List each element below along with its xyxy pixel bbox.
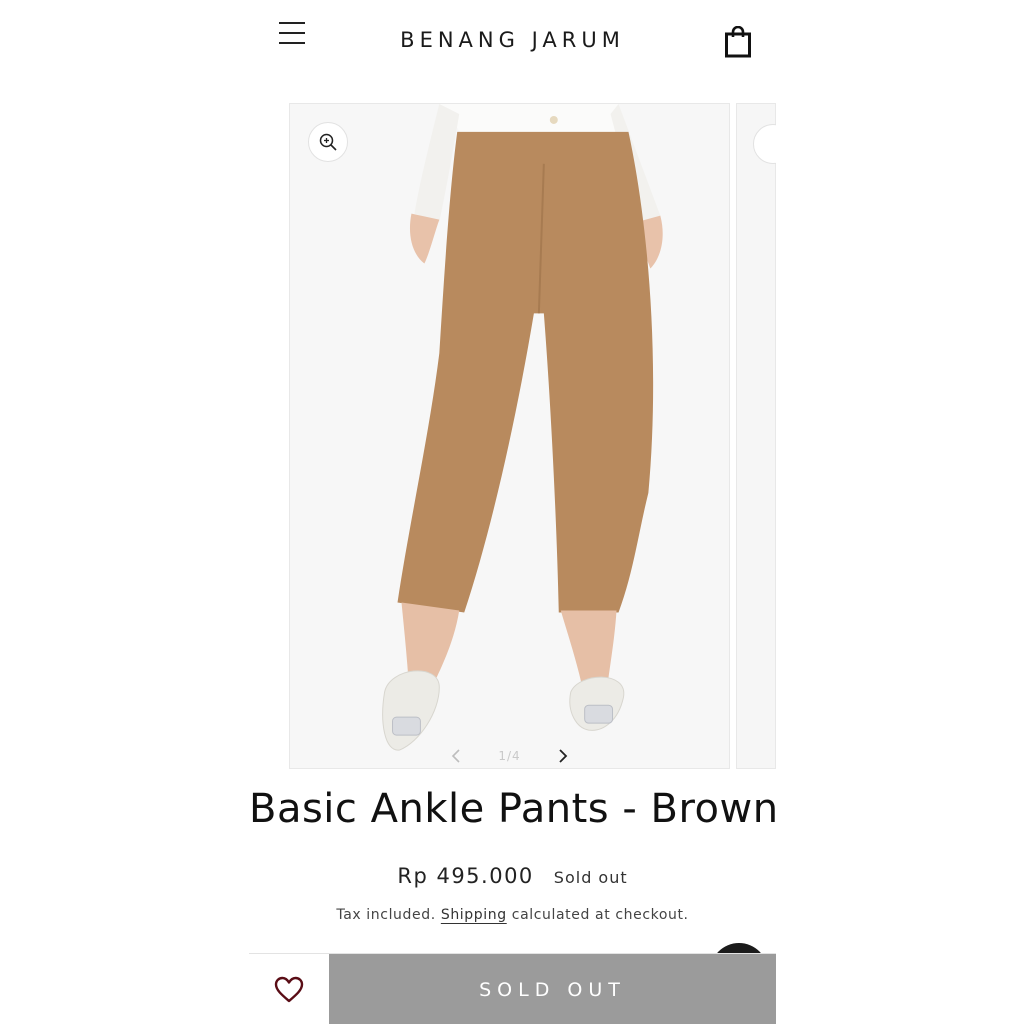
- zoom-in-icon: [319, 133, 337, 151]
- heart-icon: [274, 976, 304, 1002]
- product-photo: [290, 104, 729, 768]
- next-image-button[interactable]: [549, 744, 577, 768]
- price-row: Rp 495.000 Sold out: [249, 864, 776, 888]
- bottom-action-bar: SOLD OUT: [249, 953, 776, 1024]
- sold-out-button[interactable]: SOLD OUT: [329, 954, 776, 1024]
- brand-logo[interactable]: BENANG JARUM: [249, 28, 776, 52]
- next-image-preview[interactable]: [736, 103, 776, 769]
- chevron-left-icon: [452, 749, 460, 763]
- tax-prefix: Tax included.: [336, 907, 436, 923]
- chevron-right-icon: [559, 749, 567, 763]
- product-price: Rp 495.000: [397, 864, 534, 888]
- tax-suffix: calculated at checkout.: [511, 907, 689, 923]
- product-image[interactable]: 1/4: [289, 103, 730, 769]
- shopping-bag-icon: [725, 25, 751, 58]
- tax-note: Tax included. Shipping calculated at che…: [249, 907, 776, 923]
- shipping-link[interactable]: Shipping: [441, 907, 507, 923]
- prev-image-button[interactable]: [442, 744, 470, 768]
- zoom-button-preview: [753, 124, 776, 164]
- cart-button[interactable]: [725, 25, 751, 58]
- product-page: BENANG JARUM 1/4 Basic Ankle Pants - Bro…: [249, 0, 776, 1024]
- wishlist-button[interactable]: [249, 954, 329, 1024]
- zoom-button[interactable]: [308, 122, 348, 162]
- image-counter: 1/4: [498, 749, 521, 763]
- slider-controls: 1/4: [290, 744, 729, 768]
- status-badge: Sold out: [553, 868, 628, 887]
- product-title: Basic Ankle Pants - Brown: [249, 786, 776, 832]
